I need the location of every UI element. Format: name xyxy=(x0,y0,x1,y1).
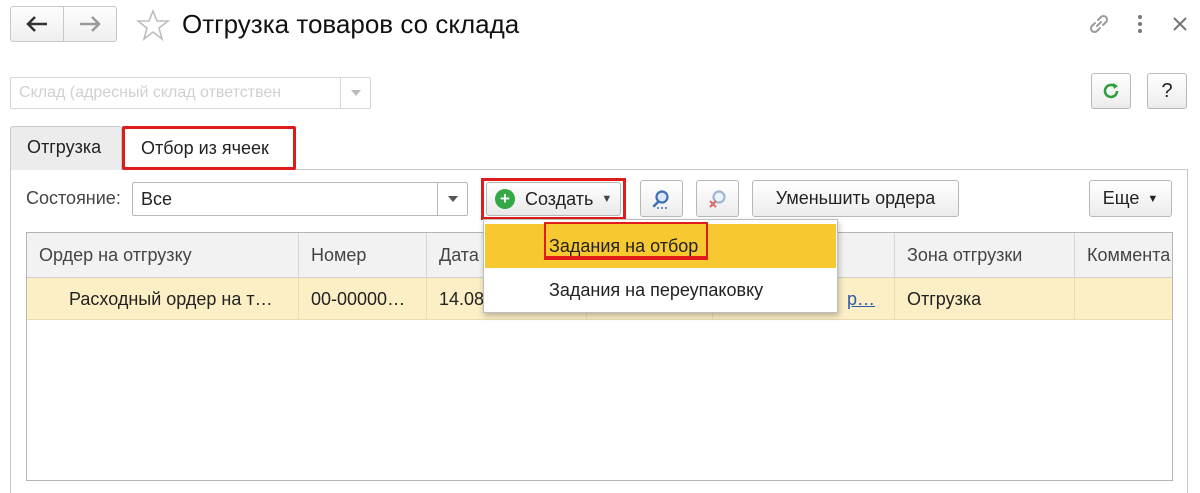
menu-item-repacking-tasks[interactable]: Задания на переупаковку xyxy=(485,268,836,312)
forward-button[interactable] xyxy=(63,7,116,41)
search-icon xyxy=(652,189,669,209)
state-value: Все xyxy=(141,189,173,209)
reduce-orders-button[interactable]: Уменьшить ордера xyxy=(752,180,959,217)
column-header-comment[interactable]: Коммента xyxy=(1075,233,1172,277)
chevron-down-icon[interactable] xyxy=(437,183,467,215)
caret-down-icon: ▼ xyxy=(1147,192,1159,205)
star-icon xyxy=(135,8,171,42)
close-icon xyxy=(1173,17,1187,31)
link-button[interactable] xyxy=(1085,10,1113,38)
column-header-order[interactable]: Ордер на отгрузку xyxy=(27,233,299,277)
column-header-number[interactable]: Номер xyxy=(299,233,427,277)
create-button-label: Создать xyxy=(525,188,594,209)
back-button[interactable] xyxy=(11,7,63,41)
cell-zone: Отгрузка xyxy=(895,278,1075,320)
create-button[interactable]: + Создать ▼ xyxy=(486,182,621,216)
warehouse-placeholder: Склад (адресный склад ответствен xyxy=(19,84,282,101)
more-actions-button[interactable] xyxy=(1128,10,1152,38)
arrow-right-icon xyxy=(80,16,101,32)
state-select[interactable]: Все xyxy=(132,182,468,216)
more-vertical-icon xyxy=(1138,15,1142,33)
more-button[interactable]: Еще ▼ xyxy=(1089,180,1172,217)
favorite-star-button[interactable] xyxy=(135,8,171,47)
close-button[interactable] xyxy=(1168,10,1192,38)
cell-comment xyxy=(1075,278,1172,320)
panel-border-right xyxy=(1187,169,1188,493)
cell-number: 00-00000… xyxy=(299,278,427,320)
refresh-icon xyxy=(1103,83,1119,99)
column-header-zone[interactable]: Зона отгрузки xyxy=(895,233,1075,277)
panel-border-left xyxy=(10,169,11,493)
annotation-highlight-menu-item xyxy=(544,222,708,260)
clear-search-icon xyxy=(708,189,726,208)
cell-order: Расходный ордер на т… xyxy=(27,278,299,320)
help-button[interactable]: ? xyxy=(1147,73,1187,109)
navigation-group xyxy=(10,6,117,42)
link-icon xyxy=(1089,14,1109,34)
caret-down-icon: ▼ xyxy=(601,193,613,205)
state-label: Состояние: xyxy=(26,188,121,208)
clear-search-button[interactable] xyxy=(696,180,739,217)
more-button-label: Еще xyxy=(1102,188,1140,208)
page-title: Отгрузка товаров со склада xyxy=(182,9,520,39)
tab-picking-from-cells[interactable]: Отбор из ячеек xyxy=(122,126,296,170)
warehouse-select[interactable]: Склад (адресный склад ответствен xyxy=(10,77,371,109)
chevron-down-icon[interactable] xyxy=(340,78,370,108)
search-button[interactable] xyxy=(640,180,683,217)
plus-circle-icon: + xyxy=(495,189,515,209)
tab-shipment[interactable]: Отгрузка xyxy=(10,126,122,170)
refresh-button[interactable] xyxy=(1091,73,1131,109)
arrow-left-icon xyxy=(26,16,47,32)
